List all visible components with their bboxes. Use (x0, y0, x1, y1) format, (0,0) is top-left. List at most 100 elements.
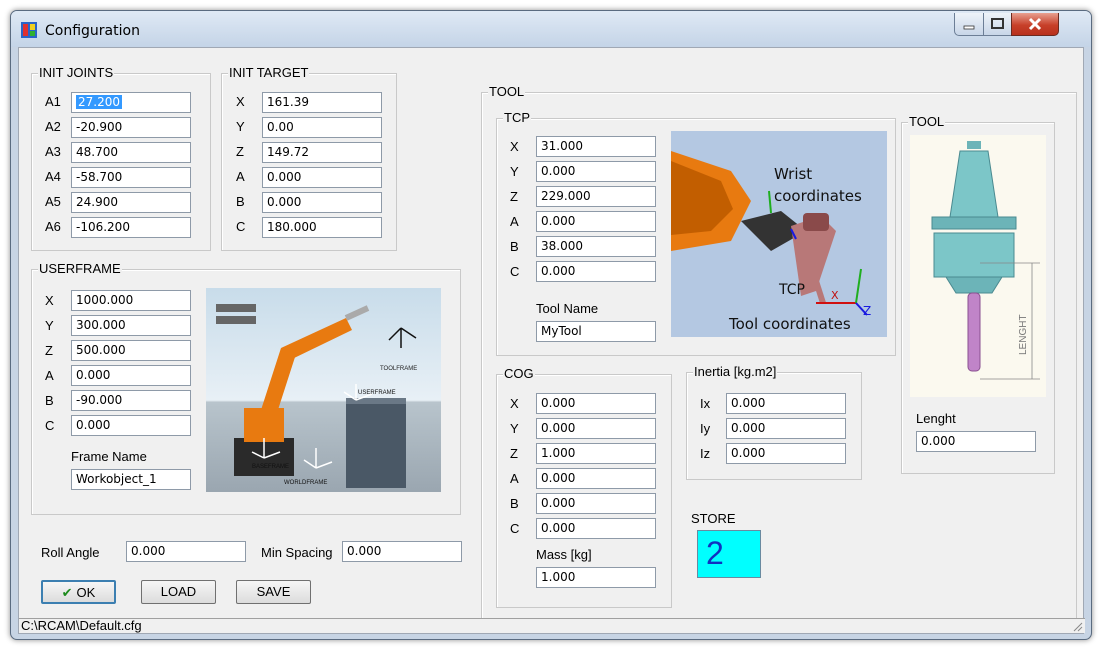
cog-c-input[interactable]: 0.000 (536, 518, 656, 539)
wrist-caption: Wrist (774, 165, 812, 183)
target-z-label: Z (236, 144, 244, 159)
userframe-y-input[interactable]: 300.000 (71, 315, 191, 336)
userframe-z-input[interactable]: 500.000 (71, 340, 191, 361)
tool-holder-icon: LENGHT (931, 141, 1040, 380)
frame-name-label: Frame Name (71, 449, 147, 464)
tcp-c-input[interactable]: 0.000 (536, 261, 656, 282)
tcp-a-label: A (510, 214, 519, 229)
length-label: Lenght (916, 411, 956, 426)
target-a-label: A (236, 169, 245, 184)
joint-a1-label: A1 (45, 94, 61, 109)
worldframe-caption: WORLDFRAME (284, 480, 327, 486)
joint-a2-input[interactable]: -20.900 (71, 117, 191, 138)
robot-frames-icon: TOOLFRAME USERFRAME BASEFRAME WORLDFRAME (216, 304, 417, 488)
tool-name-label: Tool Name (536, 301, 599, 316)
z-axis-caption: Z (863, 304, 871, 318)
ok-button[interactable]: ✔ OK (41, 580, 116, 604)
joint-a1-input[interactable]: 27.200 (71, 92, 191, 113)
tool-group: TOOL TCP X 31.000 Y 0.000 Z 229.000 A 0.… (481, 84, 1077, 621)
window-title: Configuration (45, 23, 140, 39)
userframe-c-input[interactable]: 0.000 (71, 415, 191, 436)
minimize-button[interactable] (954, 13, 984, 36)
cog-group: COG X 0.000 Y 0.000 Z 1.000 A 0.000 B 0.… (496, 366, 672, 608)
tool-image-title: TOOL (908, 114, 946, 130)
app-icon (21, 22, 37, 38)
configuration-window: Configuration INIT JOINTS A1 27.200 A2 -… (10, 10, 1092, 640)
tcp-c-label: C (510, 264, 520, 279)
config-path: C:\RCAM\Default.cfg (21, 618, 142, 633)
roll-angle-input[interactable]: 0.000 (126, 541, 246, 562)
title-bar[interactable]: Configuration (11, 11, 1091, 47)
cog-c-label: C (510, 521, 520, 536)
tool-illustration: LENGHT (910, 135, 1046, 397)
tcp-caption: TCP (778, 282, 805, 298)
mass-label: Mass [kg] (536, 547, 592, 562)
joint-a6-label: A6 (45, 219, 61, 234)
toolframe-caption: TOOLFRAME (380, 366, 417, 372)
userframe-title: USERFRAME (38, 261, 122, 277)
frame-name-input[interactable]: Workobject_1 (71, 469, 191, 490)
cog-y-input[interactable]: 0.000 (536, 418, 656, 439)
maximize-icon (991, 18, 1004, 29)
min-spacing-input[interactable]: 0.000 (342, 541, 462, 562)
close-icon (1028, 17, 1042, 31)
checkmark-icon: ✔ (61, 586, 73, 601)
userframe-caption: USERFRAME (358, 390, 396, 396)
tcp-a-input[interactable]: 0.000 (536, 211, 656, 232)
cog-z-label: Z (510, 446, 518, 461)
cog-a-input[interactable]: 0.000 (536, 468, 656, 489)
init-joints-group: INIT JOINTS A1 27.200 A2 -20.900 A3 48.7… (31, 65, 211, 251)
cog-y-label: Y (510, 421, 519, 436)
cog-b-input[interactable]: 0.000 (536, 493, 656, 514)
joint-a4-label: A4 (45, 169, 61, 184)
baseframe-caption: BASEFRAME (252, 464, 289, 470)
close-button[interactable] (1011, 13, 1059, 36)
tool-name-input[interactable]: MyTool (536, 321, 656, 342)
cog-x-label: X (510, 396, 519, 411)
joint-a4-input[interactable]: -58.700 (71, 167, 191, 188)
min-spacing-label: Min Spacing (261, 545, 333, 560)
cog-x-input[interactable]: 0.000 (536, 393, 656, 414)
save-button[interactable]: SAVE (236, 580, 311, 604)
userframe-x-input[interactable]: 1000.000 (71, 290, 191, 311)
load-button[interactable]: LOAD (141, 580, 216, 604)
init-joints-title: INIT JOINTS (38, 65, 115, 81)
target-b-input[interactable]: 0.000 (262, 192, 382, 213)
resize-grip-icon[interactable] (1071, 620, 1083, 632)
target-a-input[interactable]: 0.000 (262, 167, 382, 188)
target-z-input[interactable]: 149.72 (262, 142, 382, 163)
roll-angle-label: Roll Angle (41, 545, 100, 560)
target-x-input[interactable]: 161.39 (262, 92, 382, 113)
mass-input[interactable]: 1.000 (536, 567, 656, 588)
target-x-label: X (236, 94, 245, 109)
tool-coordinates-caption: Tool coordinates (728, 315, 851, 333)
cog-a-label: A (510, 471, 519, 486)
joint-a3-input[interactable]: 48.700 (71, 142, 191, 163)
tcp-x-input[interactable]: 31.000 (536, 136, 656, 157)
length-input[interactable]: 0.000 (916, 431, 1036, 452)
tcp-group: TCP X 31.000 Y 0.000 Z 229.000 A 0.000 B… (496, 110, 896, 356)
length-dimension-caption: LENGHT (1018, 314, 1029, 355)
tcp-z-label: Z (510, 189, 518, 204)
userframe-b-input[interactable]: -90.000 (71, 390, 191, 411)
inertia-iy-input[interactable]: 0.000 (726, 418, 846, 439)
userframe-a-input[interactable]: 0.000 (71, 365, 191, 386)
cog-z-input[interactable]: 1.000 (536, 443, 656, 464)
tcp-y-input[interactable]: 0.000 (536, 161, 656, 182)
inertia-ix-input[interactable]: 0.000 (726, 393, 846, 414)
target-c-input[interactable]: 180.000 (262, 217, 382, 238)
joint-a3-label: A3 (45, 144, 61, 159)
joint-a6-input[interactable]: -106.200 (71, 217, 191, 238)
tcp-z-input[interactable]: 229.000 (536, 186, 656, 207)
status-bar: C:\RCAM\Default.cfg (19, 618, 1085, 633)
store-indicator[interactable]: 2 (697, 530, 761, 578)
tcp-b-input[interactable]: 38.000 (536, 236, 656, 257)
userframe-x-label: X (45, 293, 54, 308)
tcp-x-label: X (510, 139, 519, 154)
target-y-input[interactable]: 0.00 (262, 117, 382, 138)
joint-a5-input[interactable]: 24.900 (71, 192, 191, 213)
maximize-button[interactable] (983, 13, 1012, 36)
init-target-title: INIT TARGET (228, 65, 310, 81)
inertia-iz-input[interactable]: 0.000 (726, 443, 846, 464)
joint-a2-label: A2 (45, 119, 61, 134)
